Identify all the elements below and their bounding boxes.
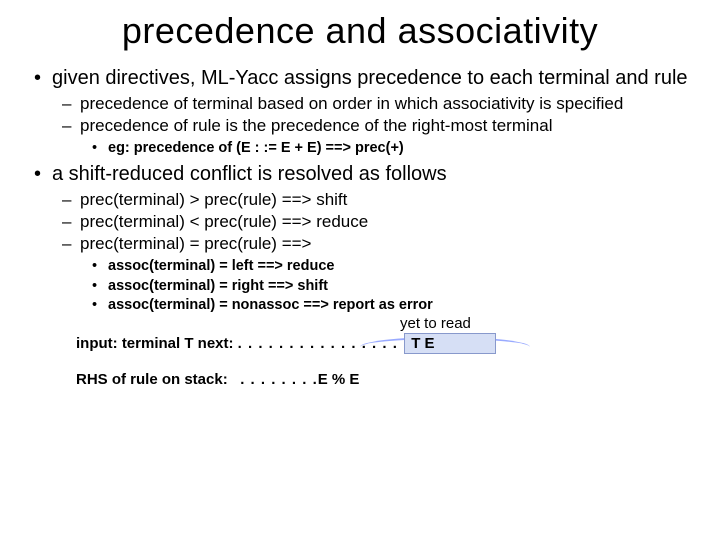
diagram-area: yet to read input: terminal T next: . . … xyxy=(0,333,720,388)
rhs-line: RHS of rule on stack: . . . . . . . .E %… xyxy=(76,371,720,388)
bullet-2-sub-3b: assoc(terminal) = right ==> shift xyxy=(80,277,690,296)
input-label: input: terminal T next: xyxy=(76,335,234,352)
bullet-list: given directives, ML-Yacc assigns preced… xyxy=(0,66,720,315)
bullet-2-sub-2: prec(terminal) < prec(rule) ==> reduce xyxy=(52,212,690,232)
bullet-1-sub-2-example: eg: precedence of (E : := E + E) ==> pre… xyxy=(80,139,690,158)
input-line: input: terminal T next: . . . . . . . . … xyxy=(76,333,720,357)
input-dots: . . . . . . . . . . . . . . . . . xyxy=(238,335,409,352)
bullet-1-text: given directives, ML-Yacc assigns preced… xyxy=(52,67,688,89)
bullet-2-sub-3: prec(terminal) = prec(rule) ==> assoc(te… xyxy=(52,234,690,315)
bullet-2-sub-3a: assoc(terminal) = left ==> reduce xyxy=(80,257,690,276)
bullet-1-sub-2-text: precedence of rule is the precedence of … xyxy=(80,116,552,135)
bullet-2-text: a shift-reduced conflict is resolved as … xyxy=(52,163,447,185)
rhs-dots: . . . . . . . . xyxy=(240,371,318,388)
rhs-value: E % E xyxy=(318,371,360,388)
bullet-2-sub-1: prec(terminal) > prec(rule) ==> shift xyxy=(52,190,690,210)
bullet-2: a shift-reduced conflict is resolved as … xyxy=(30,162,690,316)
input-te-box: T E xyxy=(404,333,495,354)
rhs-label: RHS of rule on stack: xyxy=(76,371,228,388)
yet-to-read-label: yet to read xyxy=(400,315,471,332)
bullet-2-sub-3-text: prec(terminal) = prec(rule) ==> xyxy=(80,234,311,253)
bullet-2-sub-3c: assoc(terminal) = nonassoc ==> report as… xyxy=(80,296,690,315)
bullet-1-sub-1: precedence of terminal based on order in… xyxy=(52,94,690,114)
bullet-1-sub-2: precedence of rule is the precedence of … xyxy=(52,116,690,157)
page-title: precedence and associativity xyxy=(0,0,720,66)
bullet-1: given directives, ML-Yacc assigns preced… xyxy=(30,66,690,158)
